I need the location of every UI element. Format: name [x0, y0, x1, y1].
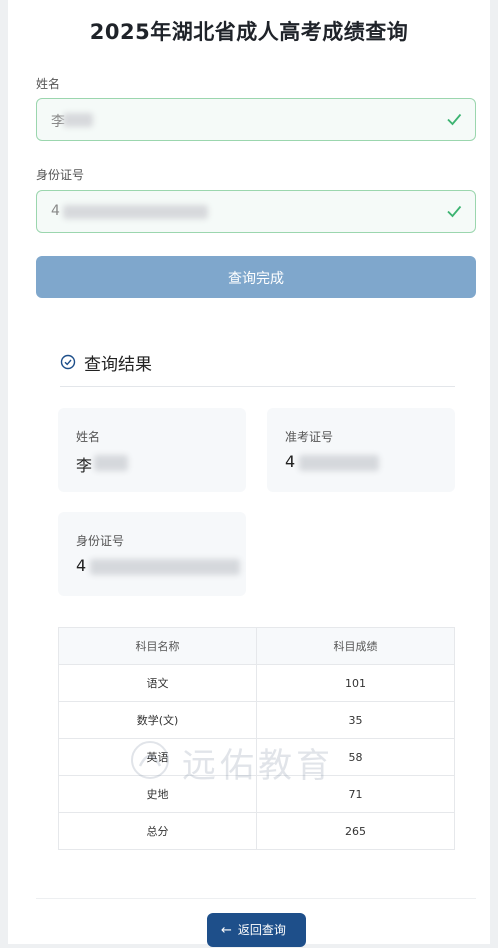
table-row: 语文 101 [58, 664, 455, 702]
card-exam-label: 准考证号 [285, 430, 334, 444]
back-to-query-button[interactable]: ← 返回查询 [207, 913, 306, 947]
redaction-blur [299, 455, 379, 471]
table-row: 史地 71 [58, 775, 455, 813]
result-header: 查询结果 [60, 350, 455, 387]
column-header-subject: 科目名称 [58, 627, 257, 665]
card-name-value: 李 [76, 456, 93, 475]
result-card-id-number: 身份证号 4 [58, 512, 246, 596]
divider [36, 898, 476, 899]
score-cell: 265 [256, 812, 455, 850]
subject-cell: 数学(文) [58, 701, 257, 739]
card-exam-value: 4 [285, 452, 296, 471]
page-title: 2025年湖北省成人高考成绩查询 [89, 20, 409, 44]
redaction-blur [63, 205, 208, 219]
score-query-page: 2025年湖北省成人高考成绩查询 姓名 李 身份证号 4 查询完成 查询结果 姓… [8, 0, 490, 947]
subject-cell: 英语 [58, 738, 257, 776]
check-icon [447, 205, 462, 218]
card-name-label: 姓名 [76, 430, 101, 444]
card-id-label: 身份证号 [76, 534, 125, 548]
table-row: 英语 58 [58, 738, 455, 776]
score-cell: 58 [256, 738, 455, 776]
check-icon [447, 113, 462, 126]
id-field-label: 身份证号 [36, 168, 85, 182]
id-field-value: 4 [51, 203, 60, 219]
query-complete-button[interactable]: 查询完成 [36, 256, 476, 298]
name-field[interactable]: 李 [36, 98, 476, 141]
table-row: 数学(文) 35 [58, 701, 455, 739]
result-title: 查询结果 [84, 355, 152, 375]
score-cell: 101 [256, 664, 455, 702]
result-card-exam-number: 准考证号 4 [267, 408, 455, 492]
redaction-blur [63, 113, 93, 127]
subject-cell: 史地 [58, 775, 257, 813]
score-cell: 35 [256, 701, 455, 739]
check-circle-icon [60, 354, 76, 370]
score-cell: 71 [256, 775, 455, 813]
redaction-blur [94, 455, 128, 471]
subject-cell: 语文 [58, 664, 257, 702]
redaction-blur [90, 559, 240, 575]
id-number-field[interactable]: 4 [36, 190, 476, 233]
back-button-label: 返回查询 [237, 923, 286, 937]
table-row: 总分 265 [58, 812, 455, 850]
table-header-row: 科目名称 科目成绩 [58, 627, 455, 665]
arrow-left-icon: ← [221, 923, 232, 938]
subject-cell: 总分 [58, 812, 257, 850]
score-table: 科目名称 科目成绩 语文 101 数学(文) 35 英语 58 史地 71 总分 [58, 627, 455, 850]
name-field-label: 姓名 [36, 77, 61, 91]
result-card-name: 姓名 李 [58, 408, 246, 492]
card-id-value: 4 [76, 556, 87, 575]
column-header-score: 科目成绩 [256, 627, 455, 665]
